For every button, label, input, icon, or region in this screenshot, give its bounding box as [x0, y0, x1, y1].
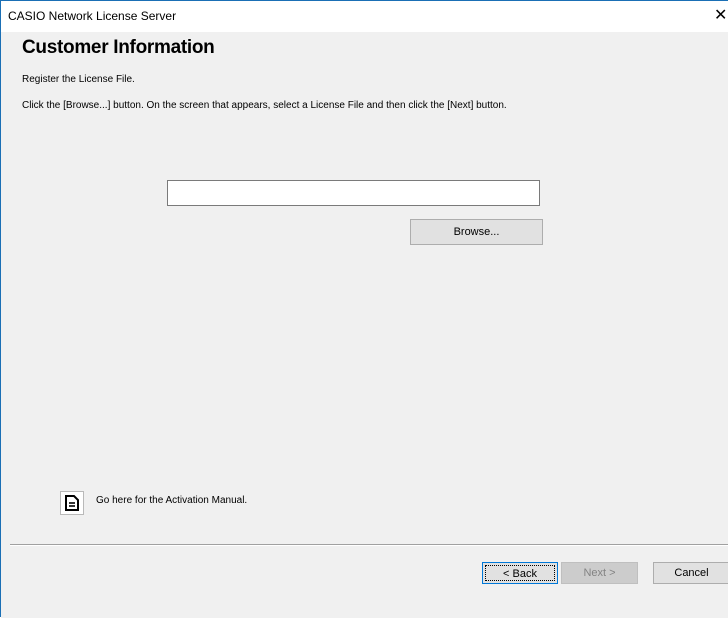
browse-button[interactable]: Browse... — [410, 219, 543, 245]
close-icon[interactable]: ✕ — [714, 6, 728, 26]
title-bar[interactable]: CASIO Network License Server ✕ — [1, 1, 728, 32]
back-button[interactable]: < Back — [482, 562, 558, 584]
back-button-label: < Back — [485, 565, 555, 581]
document-icon[interactable] — [60, 491, 84, 515]
activation-manual-link[interactable]: Go here for the Activation Manual. — [96, 495, 247, 506]
wizard-page: Customer Information Register the Licens… — [1, 32, 728, 618]
cancel-button[interactable]: Cancel — [653, 562, 728, 584]
window-title: CASIO Network License Server — [8, 9, 177, 23]
license-server-window: CASIO Network License Server ✕ Customer … — [0, 0, 728, 618]
page-subtitle: Register the License File. — [22, 74, 135, 85]
page-title: Customer Information — [22, 37, 215, 58]
license-file-path-input[interactable] — [167, 180, 540, 206]
footer-divider — [10, 544, 728, 546]
next-button[interactable]: Next > — [561, 562, 638, 584]
instruction-text: Click the [Browse...] button. On the scr… — [22, 100, 507, 111]
